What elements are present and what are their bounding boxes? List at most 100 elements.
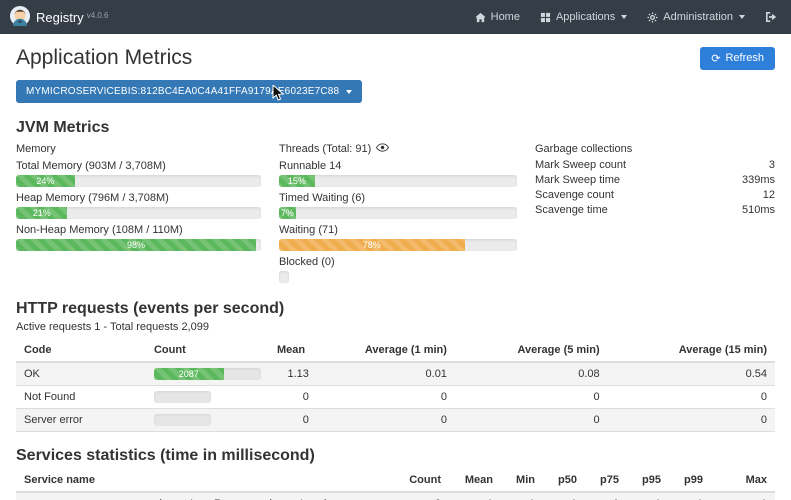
services-table-row: com.mycompany.myapp.web.rest.LogsResourc… xyxy=(16,492,775,500)
total-memory-progressbar: 24% xyxy=(16,175,261,187)
http-code: Server error xyxy=(16,409,146,432)
col-header-mean: Mean xyxy=(269,339,317,362)
eye-icon[interactable] xyxy=(376,143,389,155)
waiting-progressbar: 78% xyxy=(279,239,517,251)
http-mean: 0 xyxy=(269,386,317,409)
http-count-bar-fill: 2087 xyxy=(154,368,224,380)
service-name: com.mycompany.myapp.web.rest.LogsResourc… xyxy=(16,492,397,500)
main-content: Application Metrics ⟳ Refresh MYMICROSER… xyxy=(0,46,791,500)
col-header-avg5: Average (5 min) xyxy=(455,339,608,362)
gc-value: 12 xyxy=(763,189,775,202)
heap-memory-label: Heap Memory (796M / 3,708M) xyxy=(16,192,261,204)
gc-label: Mark Sweep time xyxy=(535,174,620,187)
http-requests-heading: HTTP requests (events per second) xyxy=(16,300,775,318)
nav-administration[interactable]: Administration xyxy=(647,11,745,23)
http-avg5: 0 xyxy=(455,386,608,409)
gc-row: Mark Sweep time 339ms xyxy=(535,173,775,188)
gc-row: Scavenge count 12 xyxy=(535,188,775,203)
gc-value: 339ms xyxy=(742,174,775,187)
col-header-p99: p99 xyxy=(669,469,711,492)
memory-heading: Memory xyxy=(16,143,261,155)
col-header-p95: p95 xyxy=(627,469,669,492)
http-code: OK xyxy=(16,362,146,386)
http-avg5: 0 xyxy=(455,409,608,432)
http-avg15: 0.54 xyxy=(608,362,775,386)
http-count-bar xyxy=(154,391,211,403)
instance-selector-label: MYMICROSERVICEBIS:812BC4EA0C4A41FFA9179A… xyxy=(26,86,339,97)
nav-administration-label: Administration xyxy=(663,11,733,23)
service-p99: 1 xyxy=(669,492,711,500)
garbage-collections-column: Garbage collections Mark Sweep count 3 M… xyxy=(535,143,775,283)
nav-applications[interactable]: Applications xyxy=(540,11,627,23)
threads-column: Threads (Total: 91) Runnable 14 15% Time… xyxy=(279,143,517,283)
services-statistics-heading: Services statistics (time in millisecond… xyxy=(16,447,775,465)
timed-waiting-label: Timed Waiting (6) xyxy=(279,192,517,204)
service-p75: 1 xyxy=(585,492,627,500)
col-header-p75: p75 xyxy=(585,469,627,492)
gc-label: Scavenge count xyxy=(535,189,614,202)
gc-row: Scavenge time 510ms xyxy=(535,203,775,218)
service-min: 1 xyxy=(501,492,543,500)
refresh-button[interactable]: ⟳ Refresh xyxy=(700,47,775,70)
home-icon xyxy=(475,12,486,23)
col-header-code: Code xyxy=(16,339,146,362)
http-table-row-server-error: Server error 0 0 0 0 xyxy=(16,409,775,432)
jvm-metrics-heading: JVM Metrics xyxy=(16,119,775,137)
service-p95: 1 xyxy=(627,492,669,500)
service-p50: 1 xyxy=(543,492,585,500)
blocked-progressbar xyxy=(279,271,289,283)
timed-waiting-progress-fill: 7% xyxy=(279,207,296,219)
col-header-avg1: Average (1 min) xyxy=(317,339,455,362)
nav-signout[interactable] xyxy=(765,11,777,23)
applications-icon xyxy=(540,12,551,23)
http-avg1: 0.01 xyxy=(317,362,455,386)
http-table-header-row: Code Count Mean Average (1 min) Average … xyxy=(16,339,775,362)
http-requests-table: Code Count Mean Average (1 min) Average … xyxy=(16,339,775,432)
gc-heading: Garbage collections xyxy=(535,143,775,155)
gc-value: 3 xyxy=(769,159,775,172)
http-avg1: 0 xyxy=(317,386,455,409)
total-memory-progress-fill: 24% xyxy=(16,175,75,187)
instance-selector-dropdown[interactable]: MYMICROSERVICEBIS:812BC4EA0C4A41FFA9179A… xyxy=(16,80,362,103)
services-table-header-row: Service name Count Mean Min p50 p75 p95 … xyxy=(16,469,775,492)
col-header-p50: p50 xyxy=(543,469,585,492)
runnable-label: Runnable 14 xyxy=(279,160,517,172)
http-avg1: 0 xyxy=(317,409,455,432)
waiting-label: Waiting (71) xyxy=(279,224,517,236)
total-memory-label: Total Memory (903M / 3,708M) xyxy=(16,160,261,172)
nonheap-memory-progressbar: 98% xyxy=(16,239,261,251)
nav-applications-label: Applications xyxy=(556,11,615,23)
memory-column: Memory Total Memory (903M / 3,708M) 24% … xyxy=(16,143,261,283)
http-mean: 1.13 xyxy=(269,362,317,386)
nav-home[interactable]: Home xyxy=(475,11,520,23)
chevron-down-icon xyxy=(739,15,745,19)
waiting-progress-fill: 78% xyxy=(279,239,465,251)
col-header-mean: Mean xyxy=(449,469,501,492)
col-header-avg15: Average (15 min) xyxy=(608,339,775,362)
gc-label: Mark Sweep count xyxy=(535,159,626,172)
http-avg15: 0 xyxy=(608,386,775,409)
administration-icon xyxy=(647,12,658,23)
blocked-label: Blocked (0) xyxy=(279,256,517,268)
col-header-service-name: Service name xyxy=(16,469,397,492)
http-mean: 0 xyxy=(269,409,317,432)
brand-version: v4.0.6 xyxy=(87,11,109,20)
http-table-row-ok: OK 2087 1.13 0.01 0.08 0.54 xyxy=(16,362,775,386)
http-avg15: 0 xyxy=(608,409,775,432)
brand-name: Registry xyxy=(36,10,84,25)
runnable-progress-fill: 15% xyxy=(279,175,315,187)
chevron-down-icon xyxy=(346,90,352,94)
heap-memory-progress-fill: 21% xyxy=(16,207,67,219)
service-count: 2 xyxy=(397,492,449,500)
brand-link[interactable]: Registry v4.0.6 xyxy=(36,10,108,25)
nav-home-label: Home xyxy=(491,11,520,23)
nonheap-memory-label: Non-Heap Memory (108M / 110M) xyxy=(16,224,261,236)
service-max: 1 xyxy=(711,492,775,500)
http-code: Not Found xyxy=(16,386,146,409)
nonheap-memory-progress-fill: 98% xyxy=(16,239,256,251)
services-statistics-table: Service name Count Mean Min p50 p75 p95 … xyxy=(16,469,775,500)
service-mean: 1 xyxy=(449,492,501,500)
gc-label: Scavenge time xyxy=(535,204,608,217)
registry-logo-icon xyxy=(10,6,30,29)
gc-row: Mark Sweep count 3 xyxy=(535,158,775,173)
